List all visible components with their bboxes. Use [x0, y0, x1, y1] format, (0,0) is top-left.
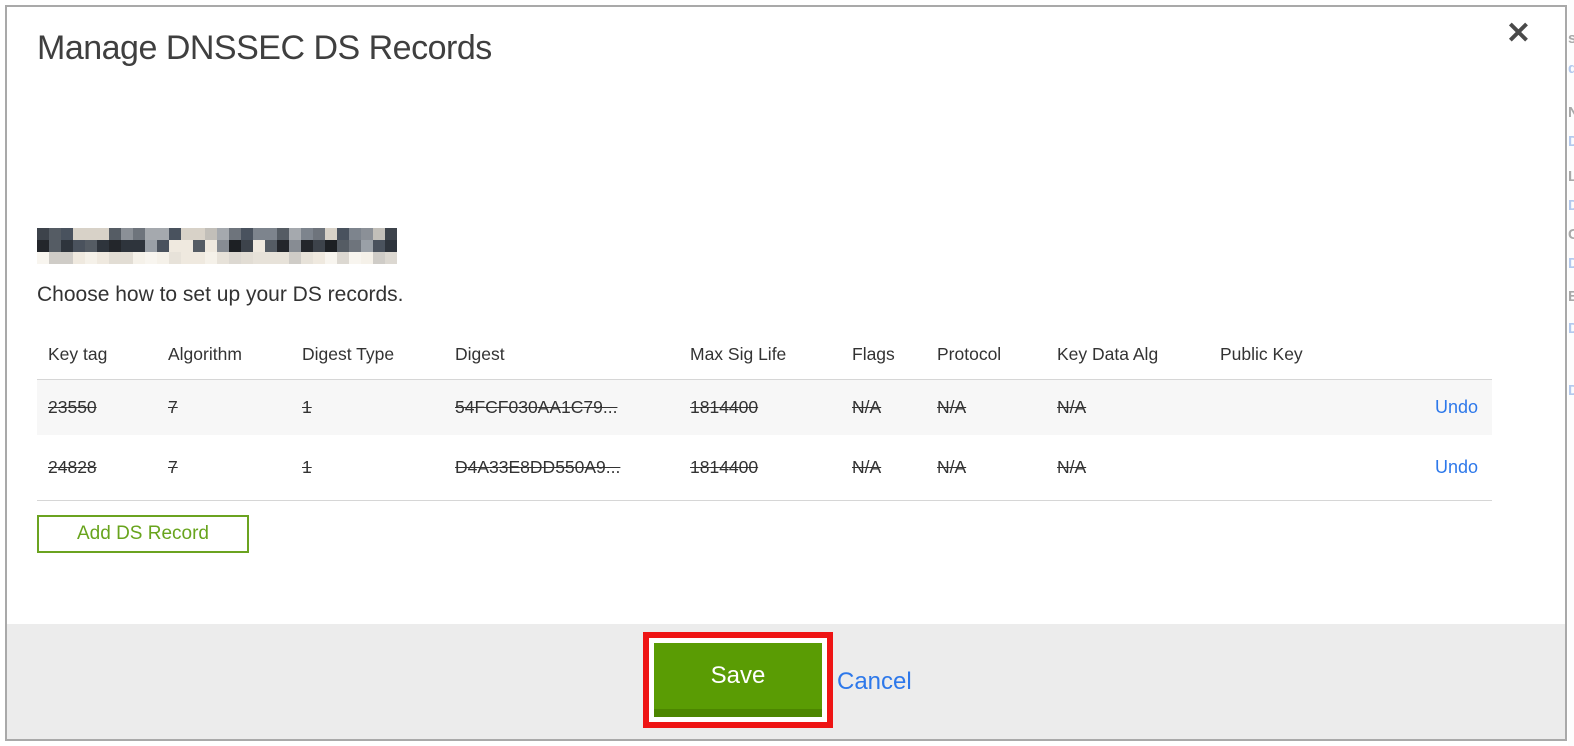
col-header-key-tag: Key tag [48, 343, 108, 364]
col-header-digest: Digest [455, 343, 505, 364]
annotation-highlight-box: Save [643, 632, 833, 728]
add-ds-record-button[interactable]: Add DS Record [37, 515, 249, 553]
undo-link[interactable]: Undo [1435, 457, 1478, 477]
table-row: 24828 7 1 D4A33E8DD550A9... 1814400 N/A … [37, 435, 1492, 501]
cell-flags: N/A [852, 457, 882, 477]
cell-algorithm: 7 [168, 397, 178, 417]
cell-max-sig-life: 1814400 [690, 457, 759, 477]
cell-algorithm: 7 [168, 457, 178, 477]
dialog-title: Manage DNSSEC DS Records [37, 29, 492, 67]
cell-digest-type: 1 [302, 397, 312, 417]
cell-digest-type: 1 [302, 457, 312, 477]
cell-max-sig-life: 1814400 [690, 397, 759, 417]
dialog-footer: Save Cancel [7, 624, 1565, 739]
col-header-algorithm: Algorithm [168, 343, 242, 364]
cell-digest: D4A33E8DD550A9... [455, 457, 621, 477]
close-icon[interactable]: ✕ [1506, 19, 1531, 49]
redacted-domain-name [37, 228, 397, 264]
ds-records-table: Key tag Algorithm Digest Type Digest Max… [37, 329, 1492, 501]
cell-flags: N/A [852, 397, 882, 417]
col-header-digest-type: Digest Type [302, 343, 395, 364]
table-header-row: Key tag Algorithm Digest Type Digest Max… [37, 329, 1492, 379]
cancel-link[interactable]: Cancel [837, 668, 912, 696]
col-header-public-key: Public Key [1220, 343, 1303, 364]
cell-actions: Undo [1360, 397, 1492, 418]
cell-digest: 54FCF030AA1C79... [455, 397, 618, 417]
dialog-subtitle: Choose how to set up your DS records. [37, 283, 404, 306]
col-header-max-sig-life: Max Sig Life [690, 343, 787, 364]
screenshot-stage: sdNDLDCDEDD Manage DNSSEC DS Records ✕ C… [0, 0, 1574, 746]
background-page-edge-strip: sdNDLDCDEDD [1568, 0, 1574, 746]
cell-key-tag: 23550 [48, 397, 97, 417]
save-button[interactable]: Save [654, 643, 822, 717]
cell-protocol: N/A [937, 457, 967, 477]
col-header-protocol: Protocol [937, 343, 1002, 364]
cell-protocol: N/A [937, 397, 967, 417]
table-row: 23550 7 1 54FCF030AA1C79... 1814400 N/A … [37, 379, 1492, 435]
col-header-key-data-alg: Key Data Alg [1057, 343, 1159, 364]
cell-actions: Undo [1360, 457, 1492, 478]
col-header-flags: Flags [852, 343, 895, 364]
undo-link[interactable]: Undo [1435, 397, 1478, 417]
manage-dnssec-ds-records-dialog: Manage DNSSEC DS Records ✕ Choose how to… [5, 5, 1567, 741]
cell-key-data-alg: N/A [1057, 457, 1087, 477]
cell-key-tag: 24828 [48, 457, 97, 477]
cell-key-data-alg: N/A [1057, 397, 1087, 417]
